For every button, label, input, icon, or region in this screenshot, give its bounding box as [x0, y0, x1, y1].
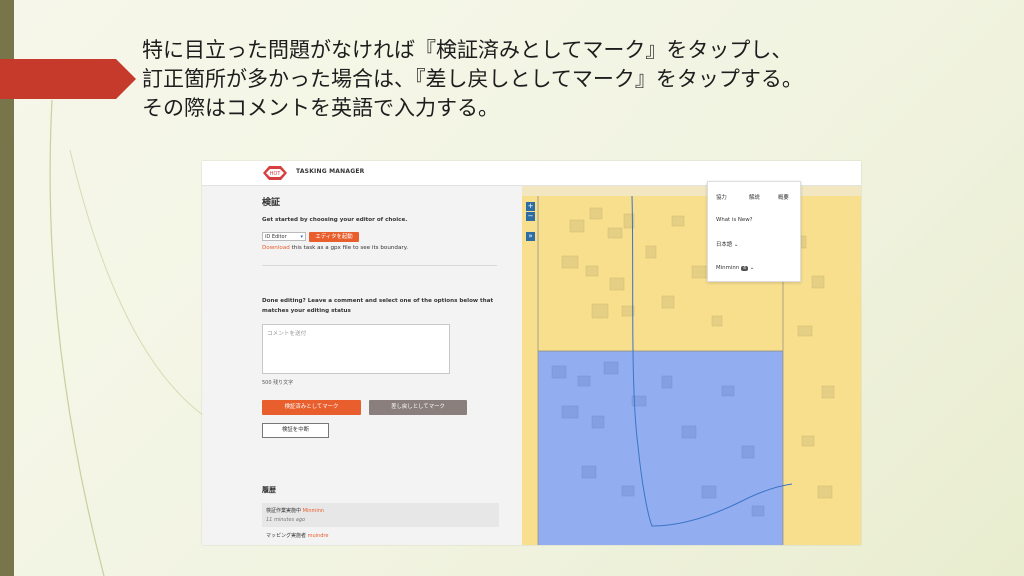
app-brand: TASKING MANAGER — [296, 168, 365, 175]
mark-invalidated-button[interactable]: 差し戻しとしてマーク — [369, 400, 467, 415]
editor-select-value: iD Editor — [265, 234, 287, 240]
user-name: Minminn — [716, 265, 740, 271]
mark-validated-button[interactable]: 検証済みとしてマーク — [262, 400, 361, 415]
user-menu[interactable]: Minminn 4 ⌄ — [716, 265, 754, 271]
done-editing-text-2: matches your editing status — [262, 308, 351, 314]
nav-dropdown-menu: 協力 解説 概要 What is New? 日本語 ⌄ Minminn 4 ⌄ — [707, 181, 801, 282]
start-text: Get started by choosing your editor of c… — [262, 217, 408, 223]
zoom-out-button[interactable]: − — [526, 212, 535, 221]
menu-tab-learn[interactable]: 解説 — [749, 193, 760, 201]
zoom-in-button[interactable]: + — [526, 202, 535, 211]
panel-divider — [262, 265, 497, 266]
whats-new-link[interactable]: What is New? — [716, 217, 753, 223]
instruction-line-3: その際はコメントを英語で入力する。 — [142, 96, 499, 120]
menu-tab-about[interactable]: 概要 — [778, 193, 789, 201]
map-layers-button[interactable]: » — [526, 232, 535, 241]
stop-validation-button[interactable]: 検証を中断 — [262, 423, 329, 438]
history-row: 検証作業実施中 Minminn 11 minutes ago — [262, 503, 499, 527]
comment-placeholder: コメントを送付 — [267, 331, 307, 337]
char-count: 500 残り文字 — [262, 380, 294, 386]
launch-editor-button[interactable]: エディタを起動 — [309, 232, 359, 242]
history-action: 検証作業実施中 Minminn — [266, 508, 325, 514]
instruction-line-2: 訂正箇所が多かった場合は、『差し戻しとしてマーク』をタップする。 — [142, 67, 803, 91]
task-panel: 検証 Get started by choosing your editor o… — [202, 186, 522, 545]
language-label: 日本語 — [716, 242, 733, 248]
chevron-down-icon: ⌄ — [749, 265, 755, 271]
instruction-line-1: 特に目立った問題がなければ『検証済みとしてマーク』をタップし、 — [142, 38, 793, 62]
history-row-2: マッピング実施者 muindre — [266, 533, 329, 539]
language-select[interactable]: 日本語 ⌄ — [716, 240, 738, 248]
done-editing-text-1: Done editing? Leave a comment and select… — [262, 298, 494, 304]
panel-title: 検証 — [262, 198, 281, 208]
download-text: Download this task as a gpx file to see … — [262, 245, 408, 251]
menu-tab-contribute[interactable]: 協力 — [716, 193, 727, 201]
user-badge: 4 — [741, 266, 749, 271]
history-title: 履歴 — [262, 486, 276, 494]
chevron-down-icon: ▾ — [300, 234, 303, 240]
comment-textarea[interactable]: コメントを送付 — [262, 324, 450, 374]
hot-logo-icon: HOT — [263, 166, 287, 180]
task-map[interactable]: + − » — [522, 186, 861, 545]
chevron-down-icon: ⌄ — [733, 242, 739, 248]
slide-arrow-shape — [0, 59, 136, 99]
editor-select[interactable]: iD Editor ▾ — [262, 232, 306, 241]
map-layer — [522, 186, 861, 545]
download-text-rest: this task as a gpx file to see its bound… — [289, 245, 408, 251]
tasking-manager-screenshot: HOT TASKING MANAGER 検証 Get started by ch… — [202, 161, 861, 545]
download-link[interactable]: Download — [262, 245, 290, 251]
svg-text:HOT: HOT — [270, 171, 282, 177]
slide-instruction: 特に目立った問題がなければ『検証済みとしてマーク』をタップし、 訂正箇所が多かっ… — [142, 36, 1002, 123]
history-time: 11 minutes ago — [266, 517, 306, 523]
